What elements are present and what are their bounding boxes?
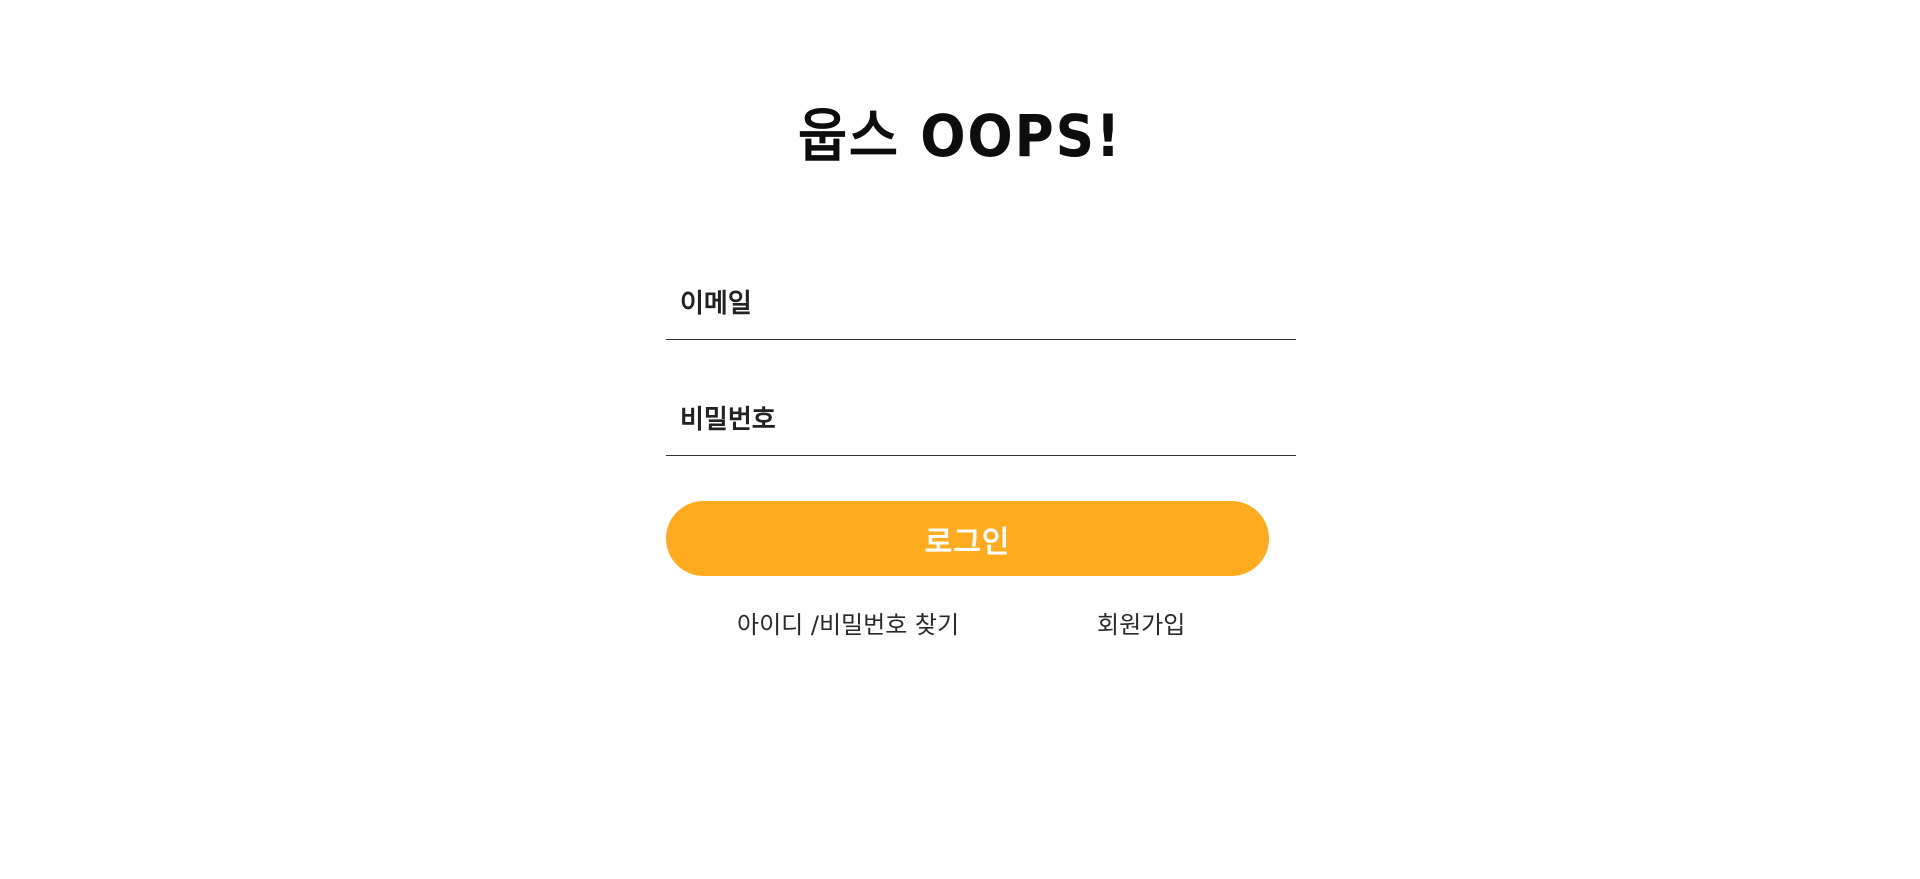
app-title: 웁스 OOPS!: [797, 102, 1123, 170]
password-input[interactable]: [666, 384, 1296, 455]
signup-link[interactable]: 회원가입: [1097, 605, 1185, 640]
auth-links: 아이디 /비밀번호 찾기 회원가입: [0, 605, 1920, 645]
password-field-wrapper: [666, 384, 1296, 456]
find-account-link[interactable]: 아이디 /비밀번호 찾기: [737, 605, 959, 640]
login-button[interactable]: 로그인: [666, 501, 1269, 576]
email-input[interactable]: [666, 268, 1296, 339]
email-field-wrapper: [666, 268, 1296, 340]
login-page: 웁스 OOPS! 로그인 아이디 /비밀번호 찾기 회원가입: [0, 0, 1920, 879]
